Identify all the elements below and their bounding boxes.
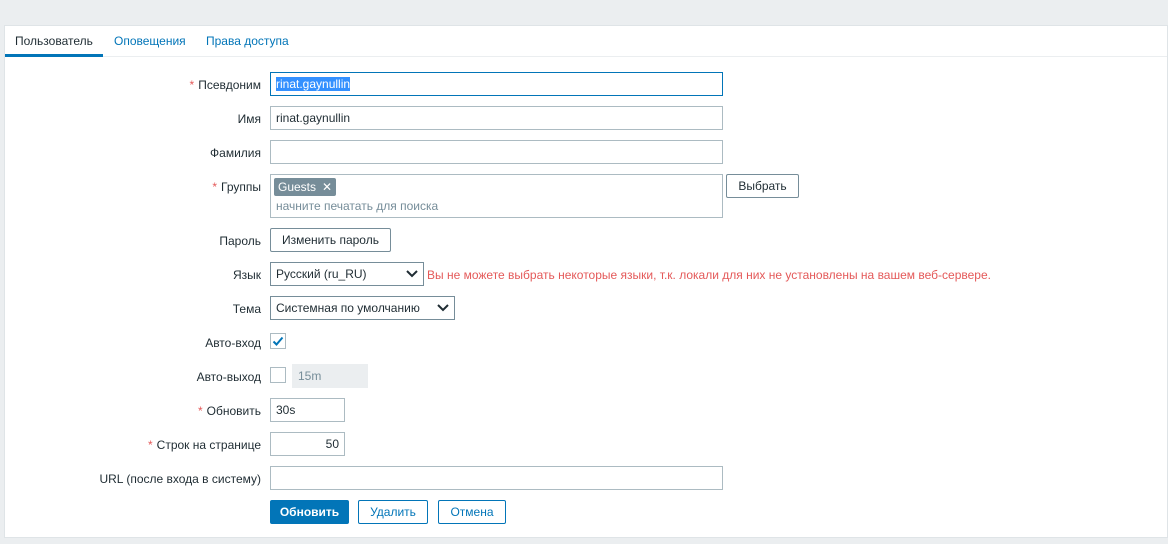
theme-select-value: Системная по умолчанию [276,301,420,315]
surname-input[interactable] [270,140,723,164]
alias-label-text: Псевдоним [198,78,261,92]
groups-label-text: Группы [221,180,261,194]
rows-per-page-label-text: Строк на странице [156,438,261,452]
password-label: Пароль [219,234,261,248]
groups-search-placeholder[interactable]: начните печатать для поиска [276,199,438,213]
delete-button[interactable]: Удалить [358,500,428,524]
tab-user[interactable]: Пользователь [5,26,103,57]
cancel-button[interactable]: Отмена [438,500,506,524]
alias-selected-value: rinat.gaynullin [276,77,351,91]
required-mark: * [212,180,218,194]
remove-chip-icon[interactable]: ✕ [322,180,332,194]
refresh-input[interactable]: 30s [270,398,345,422]
checkmark-icon [272,336,284,346]
theme-select[interactable]: Системная по умолчанию [270,296,455,320]
required-mark: * [189,78,195,92]
alias-input[interactable]: rinat.gaynullin [270,72,723,96]
groups-multiselect[interactable]: Guests ✕ начните печатать для поиска [270,174,723,218]
tab-permissions[interactable]: Права доступа [196,26,299,57]
required-mark: * [148,438,153,452]
group-chip-label: Guests [278,180,317,194]
name-input[interactable]: rinat.gaynullin [270,106,723,130]
chevron-down-icon [406,270,418,278]
groups-label: * Группы [212,180,261,194]
language-select-value: Русский (ru_RU) [276,267,367,281]
language-select[interactable]: Русский (ru_RU) [270,262,424,286]
required-mark: * [197,404,203,418]
select-groups-button[interactable]: Выбрать [726,174,799,198]
theme-label: Тема [232,302,261,316]
url-label: URL (после входа в систему) [99,472,261,486]
group-chip: Guests ✕ [274,178,337,196]
alias-label: * Псевдоним [190,78,261,92]
tab-notifications[interactable]: Оповещения [104,26,196,57]
language-warning: Вы не можете выбрать некоторые языки, т.… [427,268,991,282]
autologout-input: 15m [292,364,368,388]
name-label: Имя [237,112,261,126]
language-label: Язык [232,268,261,282]
autologout-checkbox[interactable] [270,367,286,383]
rows-per-page-label: * Строк на странице [148,438,261,452]
autologout-label: Авто-выход [196,370,261,384]
chevron-down-icon [437,304,449,312]
refresh-label: * Обновить [198,404,261,418]
rows-per-page-input[interactable]: 50 [270,432,345,456]
surname-label: Фамилия [210,146,261,160]
url-input[interactable] [270,466,723,490]
refresh-label-text: Обновить [206,404,261,418]
autologin-checkbox[interactable] [270,333,286,349]
tab-bar: Пользователь Оповещения Права доступа [5,26,1167,57]
autologin-label: Авто-вход [205,336,261,350]
update-button[interactable]: Обновить [270,500,349,524]
change-password-button[interactable]: Изменить пароль [270,228,391,252]
